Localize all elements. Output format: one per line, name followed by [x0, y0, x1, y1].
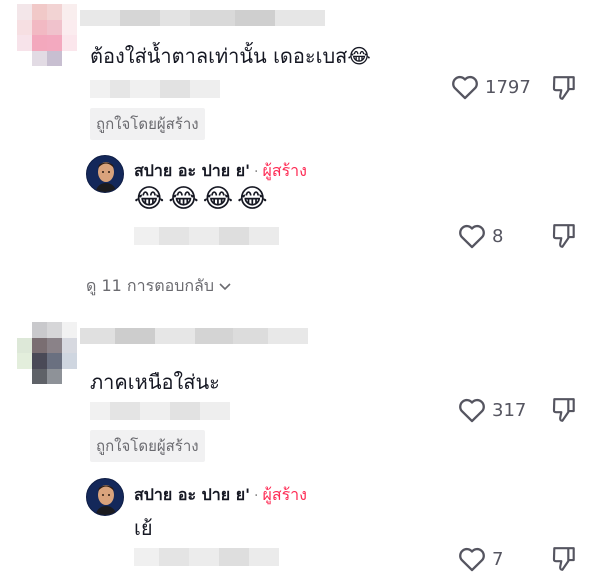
blurred-avatar[interactable]	[17, 4, 77, 66]
thumbs-down-icon[interactable]	[551, 545, 577, 573]
like-button[interactable]: 7	[458, 546, 503, 572]
like-button[interactable]: 8	[458, 223, 503, 249]
liked-by-creator-badge: ถูกใจโดยผู้สร้าง	[90, 430, 205, 462]
like-count: 317	[492, 399, 527, 421]
creator-tag: ผู้สร้าง	[262, 485, 307, 504]
blurred-username[interactable]	[80, 328, 308, 344]
like-button[interactable]: 317	[458, 397, 526, 423]
reply-text: 😂😂😂😂	[134, 184, 272, 214]
heart-outline-icon	[459, 547, 485, 572]
reply-header: สปาย อะ ปาย ย' · ผู้สร้าง	[134, 159, 307, 184]
view-replies-label: ดู 11 การตอบกลับ	[86, 276, 214, 295]
comment-text: ภาคเหนือใส่นะ	[90, 370, 220, 394]
like-count: 7	[492, 548, 504, 570]
blurred-date	[134, 227, 279, 245]
blurred-date	[90, 402, 230, 420]
thumbs-down-icon[interactable]	[551, 222, 577, 250]
comment-text: ต้องใส่น้ำตาลเท่านั้น เดอะเบส😂	[90, 44, 371, 68]
blurred-avatar[interactable]	[17, 322, 77, 384]
blurred-date	[134, 548, 279, 566]
like-count: 8	[492, 225, 504, 247]
reply-author[interactable]: สปาย อะ ปาย ย'	[134, 483, 250, 508]
like-button[interactable]: 1797	[451, 74, 531, 100]
chevron-down-icon	[219, 282, 231, 290]
blurred-username[interactable]	[80, 10, 325, 26]
separator-dot: ·	[253, 163, 259, 180]
reply-text: เย้	[134, 516, 153, 540]
view-replies-button[interactable]: ดู 11 การตอบกลับ	[86, 274, 232, 299]
avatar[interactable]	[86, 478, 124, 516]
thumbs-down-icon[interactable]	[551, 74, 577, 102]
heart-outline-icon	[459, 224, 485, 249]
separator-dot: ·	[253, 487, 259, 504]
heart-outline-icon	[459, 398, 485, 423]
like-count: 1797	[485, 76, 531, 98]
heart-outline-icon	[452, 75, 478, 100]
liked-by-creator-badge: ถูกใจโดยผู้สร้าง	[90, 108, 205, 140]
reply-header: สปาย อะ ปาย ย' · ผู้สร้าง	[134, 483, 307, 508]
creator-tag: ผู้สร้าง	[262, 161, 307, 180]
reply-author[interactable]: สปาย อะ ปาย ย'	[134, 159, 250, 184]
blurred-date	[90, 80, 220, 98]
thumbs-down-icon[interactable]	[551, 396, 577, 424]
avatar[interactable]	[86, 155, 124, 193]
